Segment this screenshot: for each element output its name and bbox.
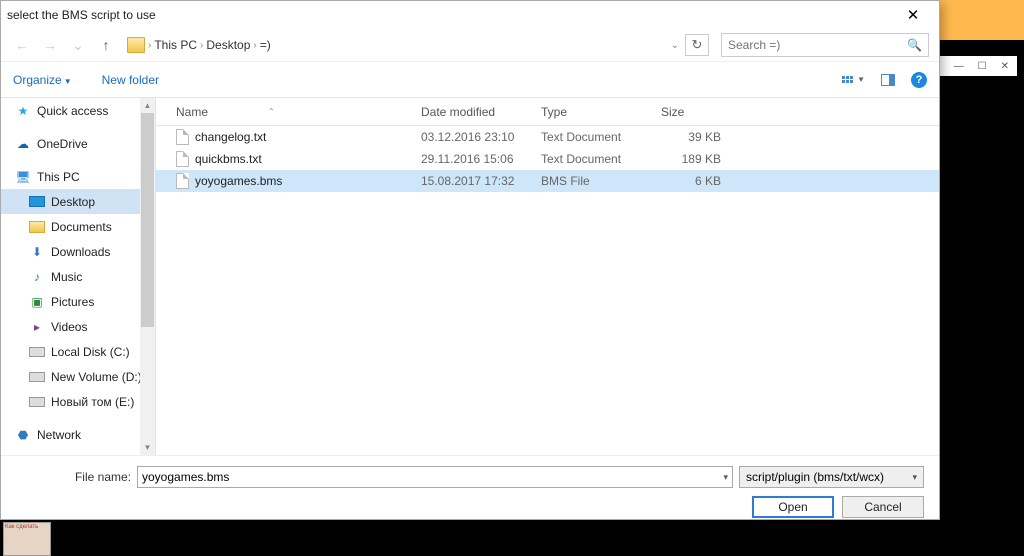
tree-onedrive[interactable]: ☁OneDrive: [1, 131, 155, 156]
taskbar-thumbnail[interactable]: Как сделать: [3, 522, 51, 556]
tree-pictures[interactable]: ▣Pictures: [1, 289, 155, 314]
back-button[interactable]: ←: [11, 34, 33, 56]
crumb-this-pc[interactable]: This PC: [154, 38, 197, 52]
view-options-button[interactable]: ▼: [842, 75, 865, 84]
filename-input[interactable]: yoyogames.bms ▾: [137, 466, 733, 488]
file-date: 29.11.2016 15:06: [411, 152, 531, 166]
bg-close-icon[interactable]: ✕: [1001, 61, 1009, 72]
tree-videos[interactable]: ▸Videos: [1, 314, 155, 339]
background-window-controls: — ☐ ✕: [937, 56, 1017, 76]
filename-dropdown-icon[interactable]: ▾: [723, 472, 728, 483]
sort-asc-icon: ⌃: [268, 107, 275, 116]
new-folder-button[interactable]: New folder: [102, 73, 159, 87]
recent-dropdown[interactable]: ⌄: [67, 34, 89, 56]
file-row[interactable]: quickbms.txt29.11.2016 15:06Text Documen…: [156, 148, 939, 170]
file-name: quickbms.txt: [195, 152, 411, 166]
tree-local-disk[interactable]: Local Disk (C:): [1, 339, 155, 364]
crumb-desktop[interactable]: Desktop: [206, 38, 250, 52]
filename-label: File name:: [71, 470, 131, 484]
window-title: select the BMS script to use: [7, 8, 893, 22]
col-name[interactable]: Name⌃: [156, 98, 411, 125]
file-icon: [176, 129, 189, 145]
cancel-button[interactable]: Cancel: [842, 496, 924, 518]
navigation-tree: ★Quick access ☁OneDrive 🖥This PC Desktop…: [1, 98, 156, 455]
navigation-bar: ← → ⌄ ↑ › This PC › Desktop › =) ⌄ ↻ 🔍: [1, 29, 939, 61]
tree-novy-tom[interactable]: Новый том (E:): [1, 389, 155, 414]
search-box[interactable]: 🔍: [721, 33, 929, 57]
tree-downloads[interactable]: ⬇Downloads: [1, 239, 155, 264]
file-date: 03.12.2016 23:10: [411, 130, 531, 144]
file-row[interactable]: yoyogames.bms15.08.2017 17:32BMS File6 K…: [156, 170, 939, 192]
tree-network[interactable]: ⬣Network: [1, 422, 155, 447]
scroll-down-icon[interactable]: ▼: [140, 440, 155, 455]
filetype-filter[interactable]: script/plugin (bms/txt/wcx) ▾: [739, 466, 924, 488]
toolbar: Organize▼ New folder ▼ ?: [1, 61, 939, 97]
file-icon: [176, 173, 189, 189]
file-row[interactable]: changelog.txt03.12.2016 23:10Text Docume…: [156, 126, 939, 148]
scroll-thumb[interactable]: [141, 113, 154, 327]
file-date: 15.08.2017 17:32: [411, 174, 531, 188]
file-open-dialog: select the BMS script to use ✕ ← → ⌄ ↑ ›…: [0, 0, 940, 520]
col-size[interactable]: Size: [651, 98, 731, 125]
col-type[interactable]: Type: [531, 98, 651, 125]
dialog-footer: File name: yoyogames.bms ▾ script/plugin…: [1, 455, 939, 523]
file-size: 39 KB: [651, 130, 731, 144]
titlebar: select the BMS script to use ✕: [1, 1, 939, 29]
tree-desktop[interactable]: Desktop: [1, 189, 155, 214]
file-name: changelog.txt: [195, 130, 411, 144]
filter-dropdown-icon[interactable]: ▾: [912, 472, 917, 483]
organize-button[interactable]: Organize▼: [13, 73, 72, 87]
folder-icon: [127, 37, 145, 53]
breadcrumb[interactable]: › This PC › Desktop › =): [123, 34, 275, 56]
scroll-up-icon[interactable]: ▲: [140, 98, 155, 113]
file-type: Text Document: [531, 130, 651, 144]
tree-scrollbar[interactable]: ▲ ▼: [140, 98, 155, 455]
file-name: yoyogames.bms: [195, 174, 411, 188]
tree-this-pc[interactable]: 🖥This PC: [1, 164, 155, 189]
forward-button[interactable]: →: [39, 34, 61, 56]
file-size: 6 KB: [651, 174, 731, 188]
tree-music[interactable]: ♪Music: [1, 264, 155, 289]
help-button[interactable]: ?: [911, 72, 927, 88]
tree-documents[interactable]: Documents: [1, 214, 155, 239]
column-headers: Name⌃ Date modified Type Size: [156, 98, 939, 126]
address-dropdown-icon[interactable]: ⌄: [671, 40, 679, 51]
tree-quick-access[interactable]: ★Quick access: [1, 98, 155, 123]
file-size: 189 KB: [651, 152, 731, 166]
close-button[interactable]: ✕: [893, 6, 933, 24]
file-type: BMS File: [531, 174, 651, 188]
file-list: Name⌃ Date modified Type Size changelog.…: [156, 98, 939, 455]
search-icon: 🔍: [907, 38, 922, 52]
bg-min-icon[interactable]: —: [954, 61, 964, 72]
file-type: Text Document: [531, 152, 651, 166]
search-input[interactable]: [728, 38, 907, 52]
tree-new-volume[interactable]: New Volume (D:): [1, 364, 155, 389]
file-icon: [176, 151, 189, 167]
col-date[interactable]: Date modified: [411, 98, 531, 125]
preview-pane-button[interactable]: [881, 74, 895, 86]
open-button[interactable]: Open: [752, 496, 834, 518]
crumb-folder[interactable]: =): [260, 38, 271, 52]
bg-max-icon[interactable]: ☐: [978, 61, 987, 72]
refresh-button[interactable]: ↻: [685, 34, 709, 56]
up-button[interactable]: ↑: [95, 34, 117, 56]
